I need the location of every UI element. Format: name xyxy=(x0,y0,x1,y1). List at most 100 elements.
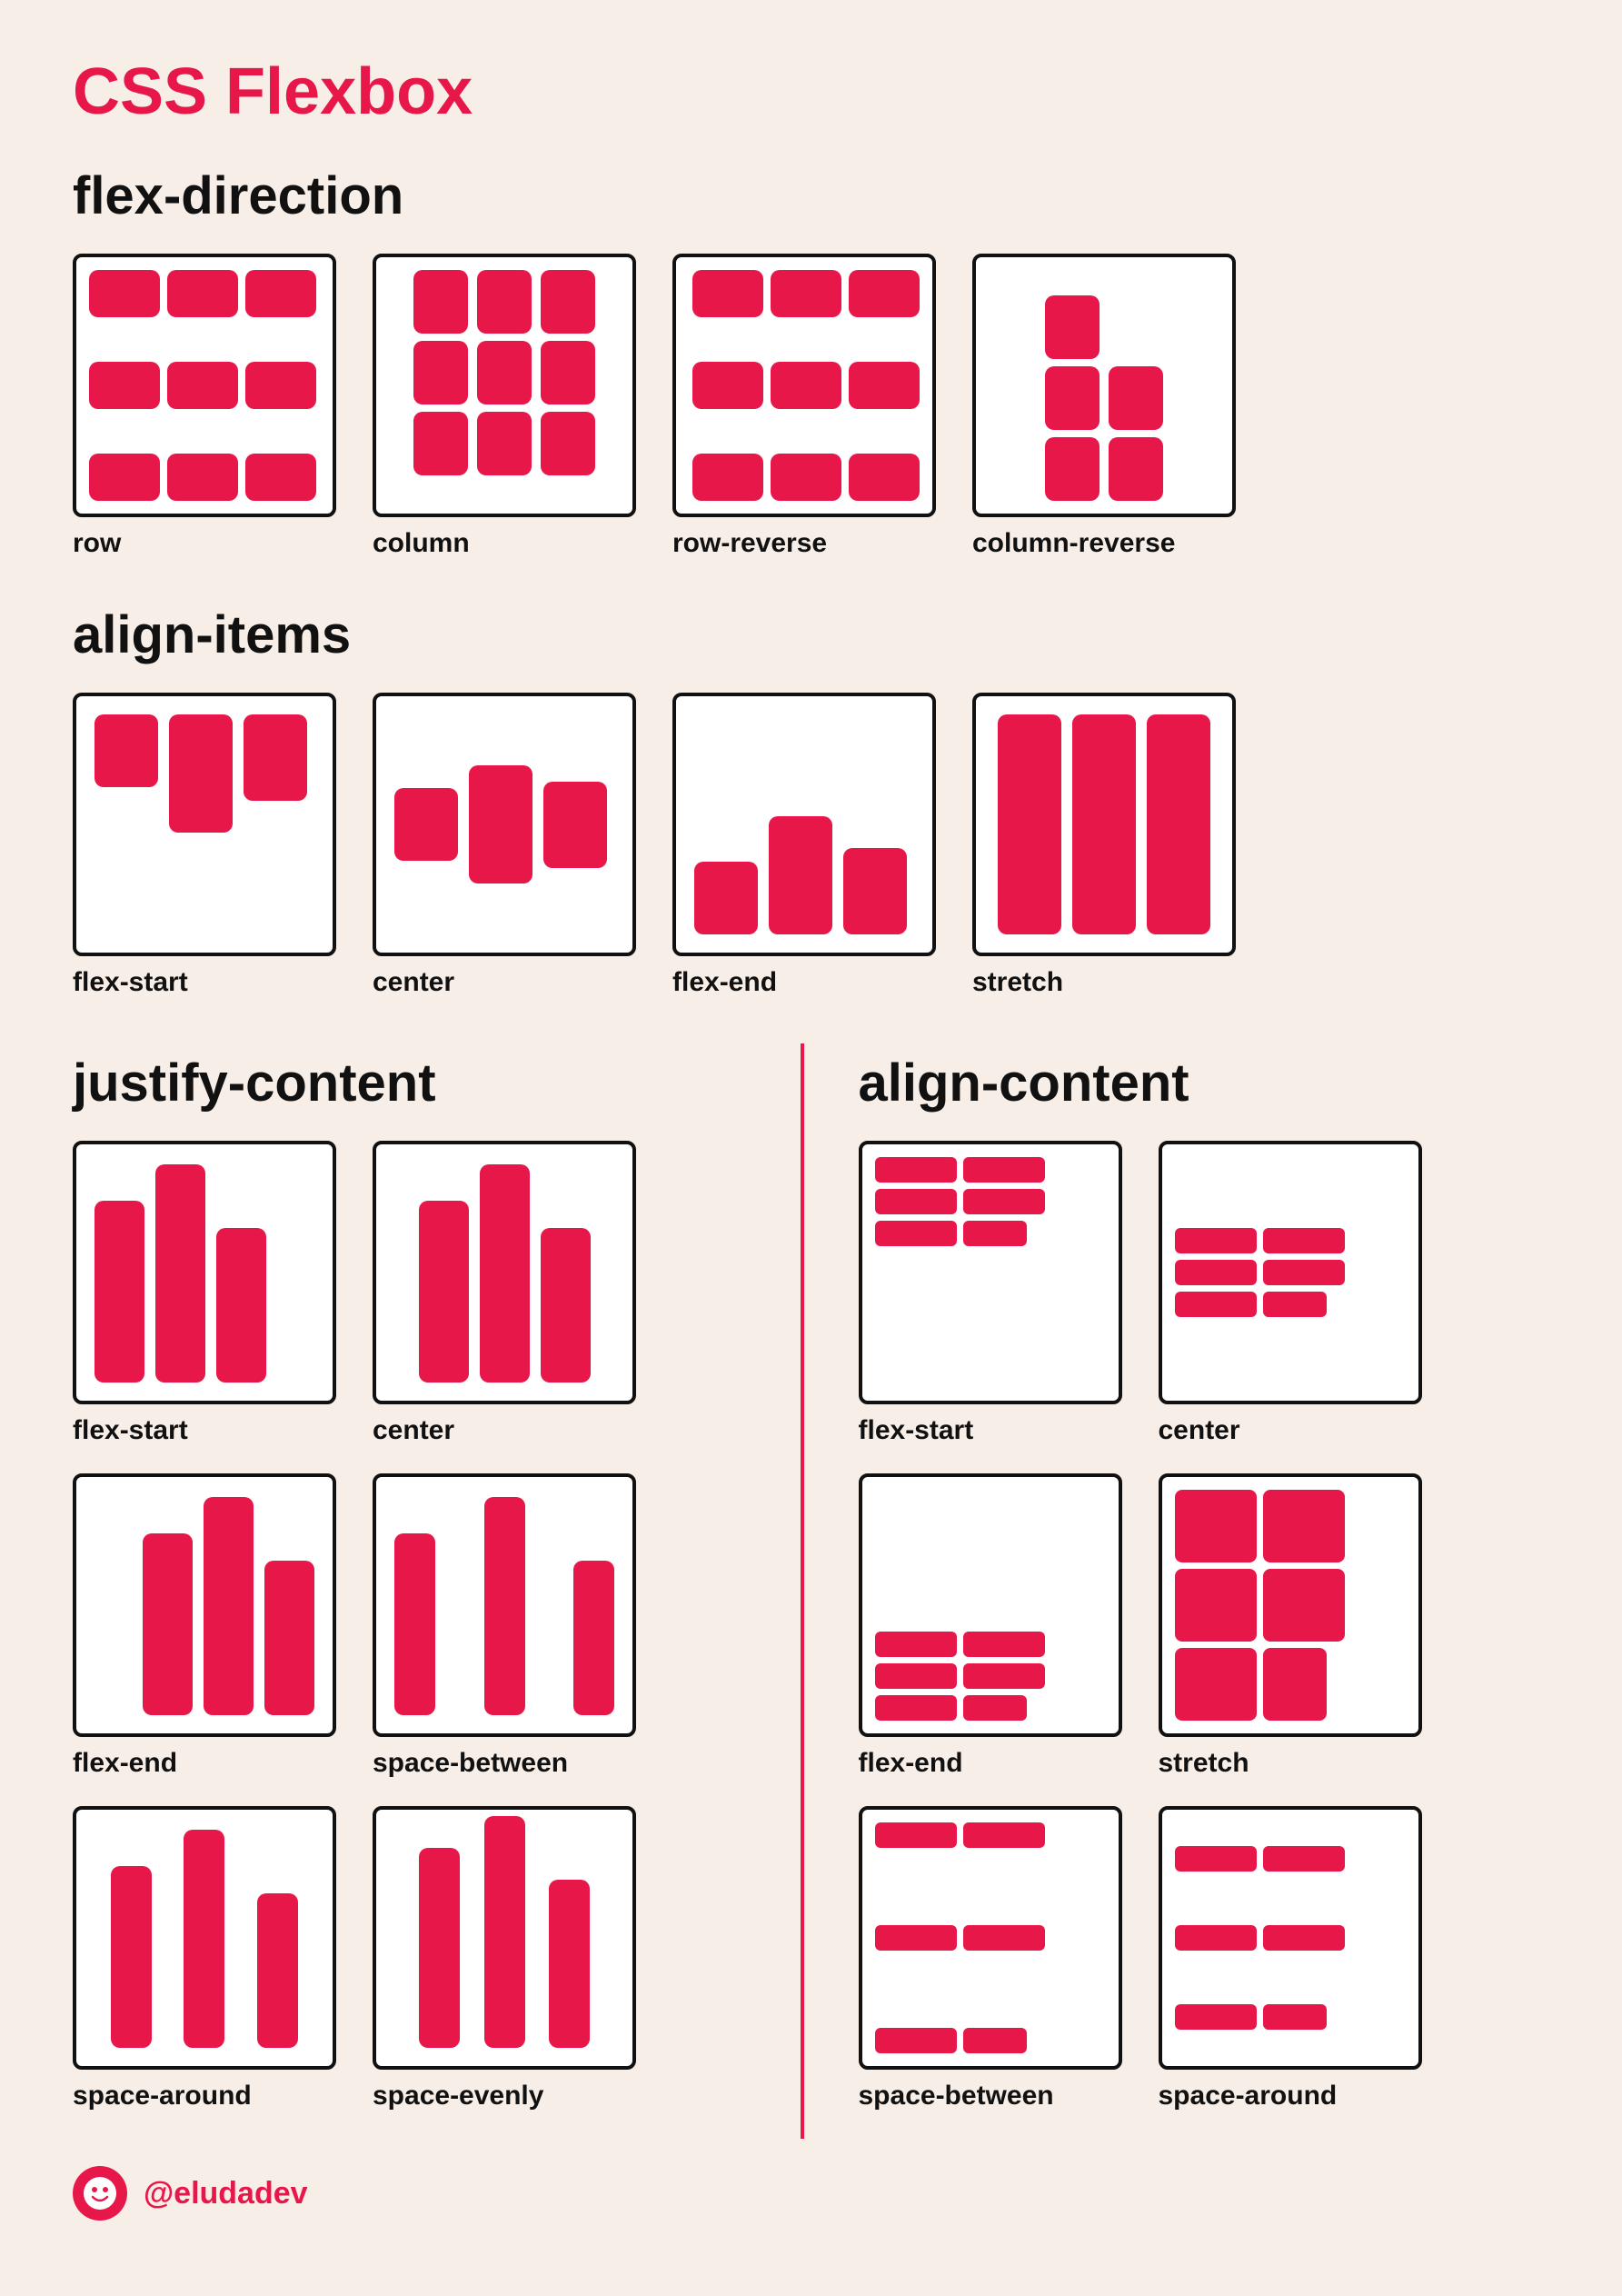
ac-sb-card-wrap: space-between xyxy=(859,1806,1122,2111)
ac-c-p1 xyxy=(1175,1228,1257,1253)
ac-fs-p4 xyxy=(963,1189,1045,1214)
fd-row-card xyxy=(73,254,336,517)
fd-row-pill-9 xyxy=(245,454,316,501)
ai-fs-label: flex-start xyxy=(73,967,188,998)
jc-fe-p3 xyxy=(264,1561,314,1715)
ac-sa-p6 xyxy=(1263,2004,1327,2030)
ac-fe-label: flex-end xyxy=(859,1748,963,1779)
jc-sb-demo xyxy=(376,1477,632,1733)
justify-content-title: justify-content xyxy=(73,1053,764,1113)
ac-fe-p6 xyxy=(963,1695,1027,1721)
ac-fs-label: flex-start xyxy=(859,1415,974,1446)
jc-fe-p2 xyxy=(204,1497,254,1715)
ac-c-card-wrap: center xyxy=(1159,1141,1422,1446)
ai-fe-card xyxy=(672,693,936,956)
jc-row-2: flex-end space-between xyxy=(73,1473,764,1779)
fd-row-pill-5 xyxy=(167,362,238,409)
footer-logo xyxy=(73,2166,127,2221)
ac-sb-p1 xyxy=(875,1822,957,1848)
ai-fe-label: flex-end xyxy=(672,967,777,998)
fd-rr-pill-2 xyxy=(771,270,841,317)
ai-c-demo xyxy=(376,696,632,953)
ac-st-card xyxy=(1159,1473,1422,1737)
fd-cr-pill-3 xyxy=(1045,295,1100,359)
jc-fs-card xyxy=(73,1141,336,1404)
ac-st-p6 xyxy=(1263,1648,1327,1721)
ai-fe-pill-3 xyxy=(843,848,907,934)
ac-row-1: flex-start center xyxy=(859,1141,1550,1446)
fd-cr-pill-5 xyxy=(1109,366,1163,430)
ai-st-pill-2 xyxy=(1072,714,1136,934)
jc-fs-p3 xyxy=(216,1228,266,1383)
fd-row-card-wrap: row xyxy=(73,254,336,559)
fd-col-demo xyxy=(376,257,632,514)
ac-fe-demo xyxy=(862,1477,1119,1733)
jc-se-card-wrap: space-evenly xyxy=(373,1806,636,2111)
ac-st-demo xyxy=(1162,1477,1418,1733)
fd-rr-pill-7 xyxy=(849,454,920,501)
ac-c-p4 xyxy=(1263,1260,1345,1285)
ac-sa-p4 xyxy=(1263,1925,1345,1951)
jc-c-label: center xyxy=(373,1415,454,1446)
ai-fe-pill-2 xyxy=(769,816,832,934)
ac-st-p1 xyxy=(1175,1490,1257,1562)
fd-col-card xyxy=(373,254,636,517)
ac-c-p3 xyxy=(1175,1260,1257,1285)
fd-col-label: column xyxy=(373,528,470,559)
jc-fs-demo xyxy=(76,1144,333,1401)
ac-sa-card-wrap: space-around xyxy=(1159,1806,1422,2111)
ac-fe-card-wrap: flex-end xyxy=(859,1473,1122,1779)
align-items-title: align-items xyxy=(73,604,1549,665)
jc-se-p3 xyxy=(549,1880,590,2048)
fd-col-pill-7 xyxy=(541,270,595,334)
fd-rr-card-wrap: row-reverse xyxy=(672,254,936,559)
fd-col-group-3 xyxy=(541,270,595,501)
ac-sa-p2 xyxy=(1263,1846,1345,1872)
jc-sa-p1 xyxy=(111,1866,152,2048)
jc-fe-card-wrap: flex-end xyxy=(73,1473,336,1779)
ac-fe-card xyxy=(859,1473,1122,1737)
fd-rr-pill-9 xyxy=(692,454,763,501)
fd-row-pill-2 xyxy=(167,270,238,317)
ac-fs-demo xyxy=(862,1144,1119,1401)
ac-fe-p2 xyxy=(963,1632,1045,1657)
fd-row-pill-4 xyxy=(89,362,160,409)
ac-c-p6 xyxy=(1263,1292,1327,1317)
jc-se-demo xyxy=(376,1810,632,2066)
fd-cr-group-2 xyxy=(1109,270,1163,501)
logo-icon xyxy=(82,2175,118,2211)
ac-st-p5 xyxy=(1175,1648,1257,1721)
ac-row-3: space-between space-around xyxy=(859,1806,1550,2111)
ac-sb-p3 xyxy=(875,1925,957,1951)
ac-sb-label: space-between xyxy=(859,2081,1054,2111)
ai-st-card-wrap: stretch xyxy=(972,693,1236,998)
ai-fs-card-wrap: flex-start xyxy=(73,693,336,998)
jc-sa-card xyxy=(73,1806,336,2070)
ac-sa-card xyxy=(1159,1806,1422,2070)
jc-fs-label: flex-start xyxy=(73,1415,188,1446)
fd-cr-demo xyxy=(976,257,1232,514)
ac-sa-p1 xyxy=(1175,1846,1257,1872)
ac-fs-p5 xyxy=(875,1221,957,1246)
flex-direction-section: flex-direction row xyxy=(73,165,1549,559)
fd-col-pill-5 xyxy=(477,341,532,404)
jc-c-demo xyxy=(376,1144,632,1401)
fd-rr-pill-6 xyxy=(692,362,763,409)
bottom-sections: justify-content flex-start xyxy=(73,1043,1549,2139)
ai-fe-pill-1 xyxy=(694,862,758,934)
fd-rr-demo xyxy=(676,257,932,514)
align-items-cards: flex-start center flex-end xyxy=(73,693,1549,998)
ac-c-demo xyxy=(1162,1144,1418,1401)
ac-fs-card xyxy=(859,1141,1122,1404)
ac-sa-label: space-around xyxy=(1159,2081,1338,2111)
jc-fe-demo xyxy=(76,1477,333,1733)
jc-sa-card-wrap: space-around xyxy=(73,1806,336,2111)
ac-sb-p6 xyxy=(963,2028,1027,2053)
ai-fe-demo xyxy=(676,696,932,953)
jc-sa-p2 xyxy=(184,1830,224,2048)
jc-fs-p2 xyxy=(155,1164,205,1383)
fd-rr-pill-4 xyxy=(849,362,920,409)
jc-row-1: flex-start center xyxy=(73,1141,764,1446)
fd-row-pill-6 xyxy=(245,362,316,409)
jc-se-p2 xyxy=(484,1816,525,2048)
